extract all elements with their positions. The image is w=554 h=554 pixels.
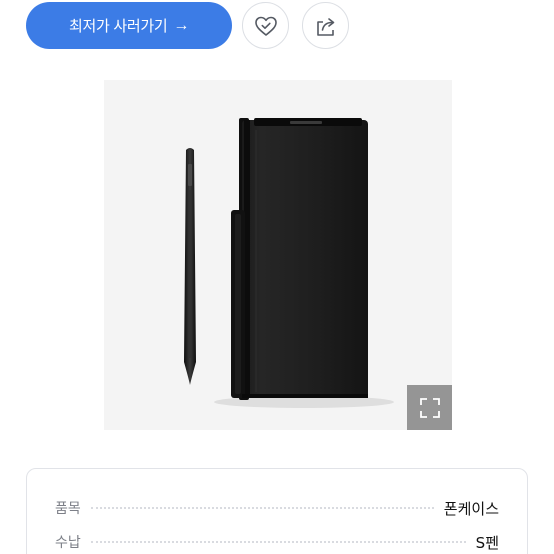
buy-button-label: 최저가 사러가기 [68,18,168,35]
spec-row-storage: 수납 S펜 [55,529,499,554]
product-image [104,80,452,430]
share-button[interactable] [302,2,349,49]
expand-image-button[interactable] [407,385,452,430]
spec-label: 수납 [55,535,81,551]
heart-check-icon [254,16,277,36]
arrow-right-icon: → [173,16,190,34]
spec-value: 폰케이스 [443,499,499,518]
expand-icon [419,397,440,418]
wishlist-button[interactable] [242,2,289,49]
spec-label: 품목 [55,501,81,517]
phone-case-with-s-pen-image [184,118,394,408]
spec-value: S펜 [475,533,499,552]
dotted-divider [90,541,466,543]
spec-row-item: 품목 폰케이스 [55,495,499,521]
spec-card: 품목 폰케이스 수납 S펜 [26,468,528,554]
product-detail-page: 최저가 사러가기 → 품목 폰케이스 수납 S펜 [0,0,554,554]
buy-lowest-price-button[interactable]: 최저가 사러가기 → [26,2,232,49]
dotted-divider [90,507,434,509]
share-icon [316,17,334,36]
